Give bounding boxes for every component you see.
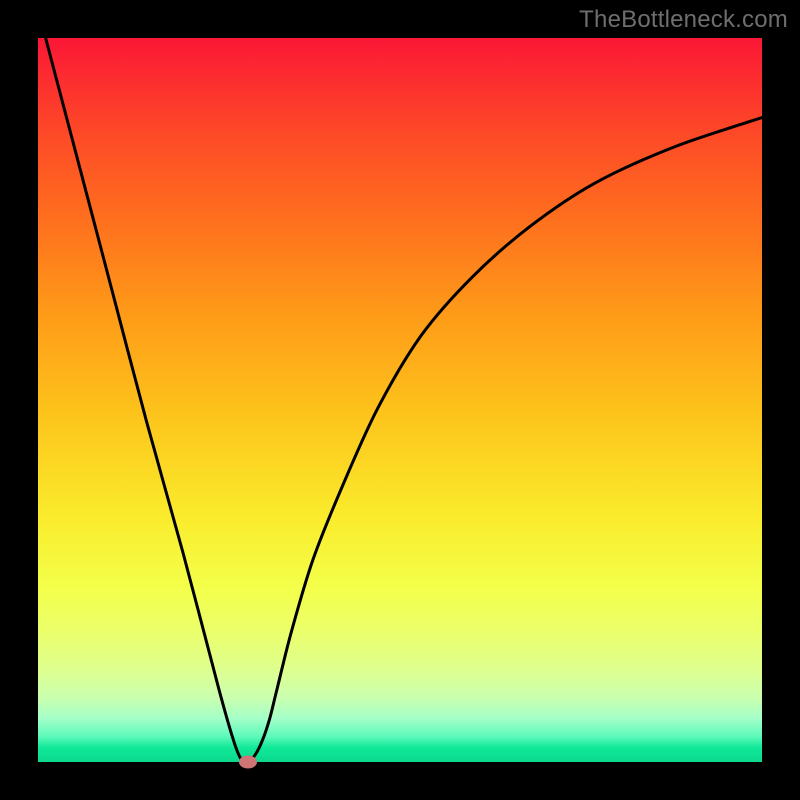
bottleneck-curve (38, 38, 762, 762)
optimal-point-marker (239, 756, 257, 769)
plot-area (38, 38, 762, 762)
watermark-text: TheBottleneck.com (579, 6, 788, 34)
chart-frame: TheBottleneck.com (0, 0, 800, 800)
